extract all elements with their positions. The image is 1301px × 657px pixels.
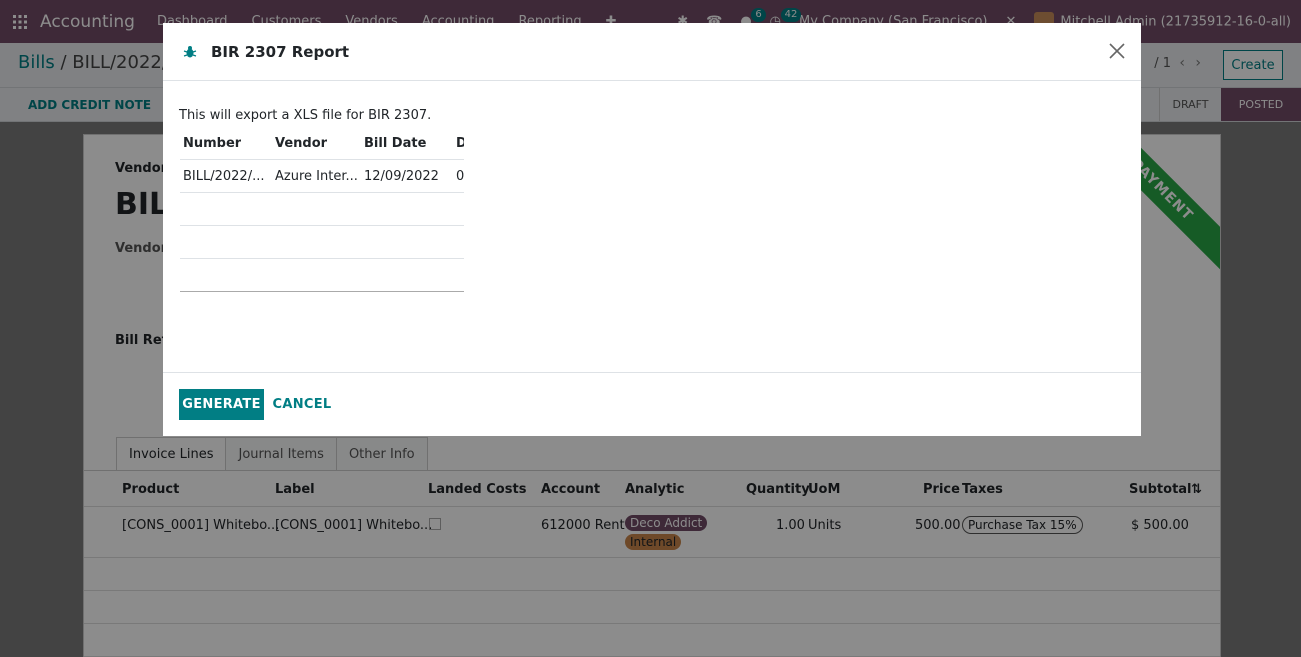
bir-2307-dialog: BIR 2307 Report This will export a XLS f… [163, 23, 1141, 436]
modal-body: This will export a XLS file for BIR 2307… [163, 82, 1141, 372]
col-bill-date[interactable]: Bill Date [364, 136, 426, 151]
bills-table: Number Vendor Bill Date D BILL/2022/... … [180, 127, 464, 327]
table-header: Number Vendor Bill Date D [180, 127, 464, 160]
col-d[interactable]: D [456, 136, 464, 151]
row-d: 0 [456, 169, 464, 184]
table-row[interactable]: BILL/2022/... Azure Inter... 12/09/2022 … [180, 160, 464, 193]
col-vendor[interactable]: Vendor [275, 136, 327, 151]
modal-header: BIR 2307 Report [163, 23, 1141, 81]
table-row [180, 259, 464, 292]
table-row [180, 292, 464, 327]
table-row [180, 226, 464, 259]
cancel-button[interactable]: CANCEL [271, 389, 333, 420]
modal-footer: GENERATE CANCEL [163, 372, 1141, 436]
modal-title: BIR 2307 Report [211, 43, 350, 61]
row-vendor: Azure Inter... [275, 169, 358, 184]
bug-icon [183, 46, 197, 58]
col-number[interactable]: Number [183, 136, 241, 151]
row-bill-date: 12/09/2022 [364, 169, 439, 184]
table-row [180, 193, 464, 226]
row-number: BILL/2022/... [183, 169, 265, 184]
modal-description: This will export a XLS file for BIR 2307… [179, 108, 432, 123]
generate-button[interactable]: GENERATE [179, 389, 264, 420]
close-icon[interactable] [1107, 41, 1127, 61]
